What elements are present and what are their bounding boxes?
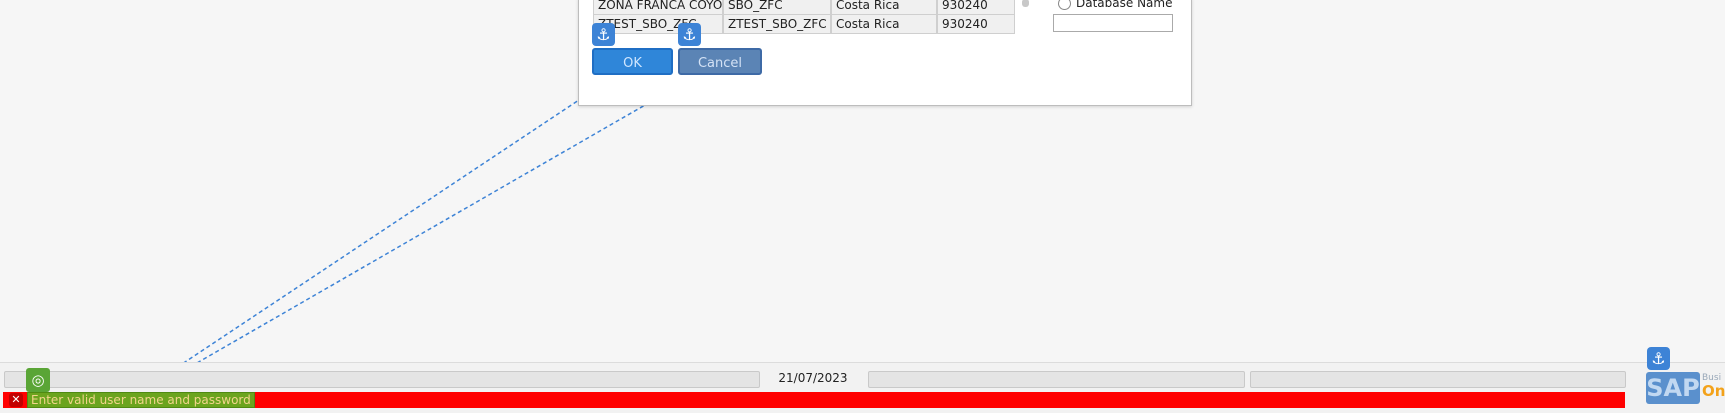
table-cell: ZTEST_SBO_ZFC — [723, 15, 831, 34]
logo-text: SAP — [1646, 374, 1700, 402]
cancel-button[interactable]: Cancel — [678, 48, 762, 75]
table-cell: SBO_ZFC — [723, 0, 831, 15]
table-row[interactable]: ZTEST_SBO_ZFC ZTEST_SBO_ZFC Costa Rica 9… — [593, 15, 1015, 34]
status-message: Enter valid user name and password — [27, 392, 255, 408]
table-row[interactable]: ZONA FRANCA COYOL SBO_ZFC Costa Rica 930… — [593, 0, 1015, 15]
status-date: 21/07/2023 — [778, 371, 848, 385]
table-cell: 930240 — [937, 0, 1015, 15]
anchor-icon: ⚓ — [592, 23, 615, 46]
database-name-input[interactable] — [1053, 14, 1173, 32]
target-icon: ◎ — [26, 368, 50, 392]
table-cell: ZONA FRANCA COYOL — [593, 0, 723, 15]
anchor-icon: ⚓ — [1647, 347, 1670, 370]
message-bar[interactable]: ✕ Enter valid user name and password — [3, 392, 1625, 408]
anchor-icon: ⚓ — [678, 23, 701, 46]
status-field — [1250, 371, 1626, 388]
status-bar: 21/07/2023 ✕ Enter valid user name and p… — [0, 347, 1725, 413]
database-name-label: Database Name — [1076, 0, 1173, 10]
table-cell: 930240 — [937, 15, 1015, 34]
table-scrollbar[interactable] — [1022, 0, 1029, 7]
status-field — [868, 371, 1245, 388]
sap-logo: SAP — [1646, 372, 1700, 404]
error-icon: ✕ — [9, 393, 23, 407]
ok-button[interactable]: OK — [592, 48, 673, 75]
table-cell: Costa Rica — [831, 15, 937, 34]
table-cell: Costa Rica — [831, 0, 937, 15]
sap-tagline: Busi On — [1702, 373, 1725, 399]
status-field — [4, 371, 760, 388]
database-selection-dialog: ZONA FRANCA COYOL SBO_ZFC Costa Rica 930… — [578, 0, 1192, 106]
database-name-radio[interactable] — [1058, 0, 1071, 10]
tagline-bottom: On — [1702, 382, 1725, 400]
